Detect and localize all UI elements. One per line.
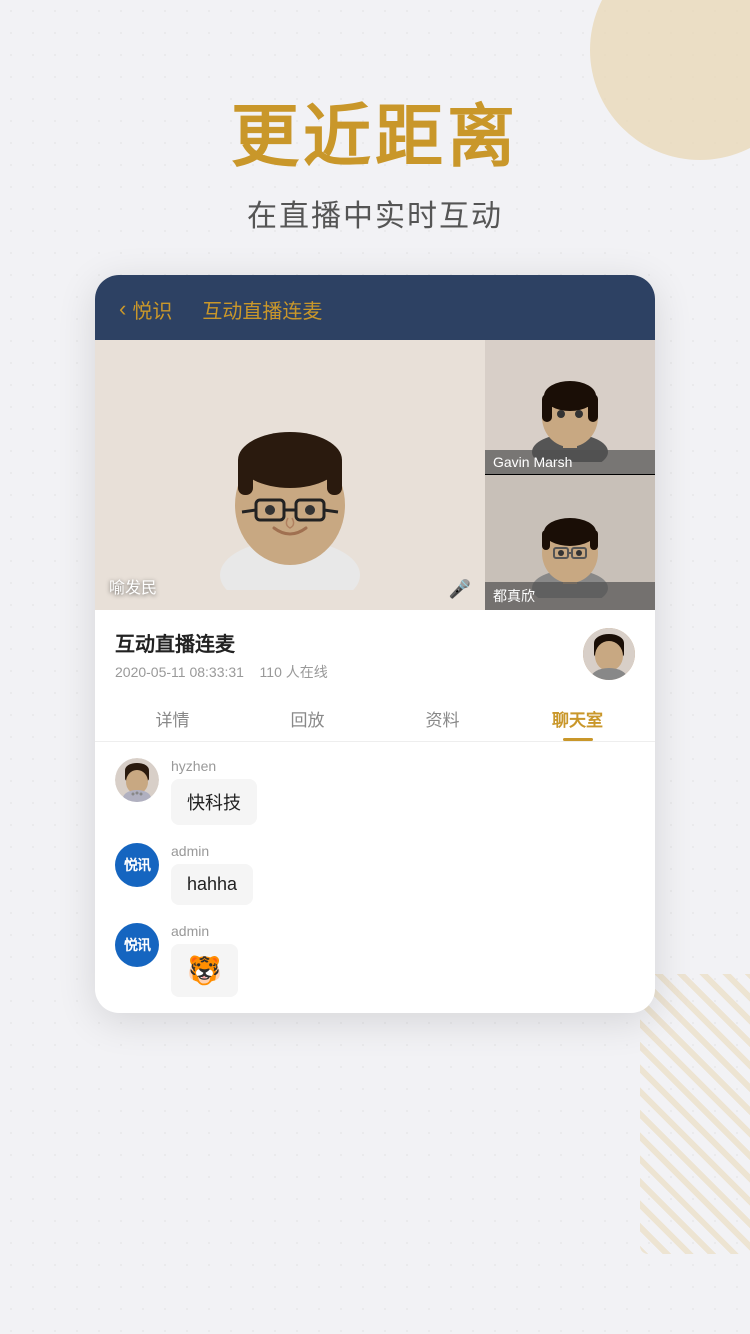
card-info-meta: 2020-05-11 08:33:31 110 人在线	[115, 662, 328, 682]
card-info-date: 2020-05-11 08:33:31	[115, 664, 244, 680]
card-title: 互动直播连麦	[202, 295, 322, 324]
microphone-icon: 🎤	[449, 579, 471, 599]
hero-section: 更近距离 在直播中实时互动	[0, 0, 750, 275]
side-top-name: Gavin Marsh	[493, 454, 572, 470]
tab-replay-label: 回放	[291, 711, 325, 730]
main-person-avatar	[190, 360, 390, 590]
chat-username-3: admin	[171, 923, 238, 939]
tab-replay[interactable]: 回放	[240, 692, 375, 741]
chat-user1-avatar-image	[115, 758, 159, 802]
chat-bubble-1: 快科技	[171, 779, 257, 825]
video-side-bottom: 都真欣	[485, 475, 655, 610]
chat-username-2: admin	[171, 843, 253, 859]
chat-avatar-2: 悦讯	[115, 843, 159, 887]
back-label: 悦识	[132, 295, 172, 324]
video-main: 喻发民 🎤	[95, 340, 485, 610]
chevron-left-icon: ‹	[119, 296, 126, 322]
card-info-left: 互动直播连麦 2020-05-11 08:33:31 110 人在线	[115, 628, 328, 682]
back-button[interactable]: ‹ 悦识	[119, 295, 172, 324]
chat-message-3: 悦讯 admin 🐯	[115, 923, 635, 997]
chat-content-3: admin 🐯	[171, 923, 238, 997]
chat-username-1: hyzhen	[171, 758, 257, 774]
phone-card: ‹ 悦识 互动直播连麦	[95, 275, 655, 1013]
card-info-title: 互动直播连麦	[115, 628, 328, 657]
tab-materials-label: 资料	[426, 711, 460, 730]
card-tabs: 详情 回放 资料 聊天室	[95, 692, 655, 742]
chat-message-2: 悦讯 admin hahha	[115, 843, 635, 905]
card-header: ‹ 悦识 互动直播连麦	[95, 275, 655, 340]
side-top-name-overlay: Gavin Marsh	[485, 450, 655, 474]
brand-logo-text-2: 悦讯	[124, 935, 150, 955]
brand-logo-text-1: 悦讯	[124, 855, 150, 875]
host-avatar	[583, 628, 635, 680]
chat-message-1: hyzhen 快科技	[115, 758, 635, 825]
chat-content-2: admin hahha	[171, 843, 253, 905]
hero-title: 更近距离	[0, 100, 750, 175]
chat-list: hyzhen 快科技 悦讯 admin hahha 悦讯 admin 🐯	[95, 742, 655, 1013]
tab-details[interactable]: 详情	[105, 692, 240, 741]
chat-avatar-1	[115, 758, 159, 802]
video-grid: 喻发民 🎤	[95, 340, 655, 610]
video-side-top: Gavin Marsh	[485, 340, 655, 476]
chat-avatar-3: 悦讯	[115, 923, 159, 967]
chat-content-1: hyzhen 快科技	[171, 758, 257, 825]
main-video-label: 喻发民	[109, 574, 157, 598]
mic-button[interactable]: 🎤	[449, 579, 471, 600]
host-avatar-image	[583, 628, 635, 680]
video-side-panel: Gavin Marsh	[485, 340, 655, 610]
tab-materials[interactable]: 资料	[375, 692, 510, 741]
chat-bubble-3: 🐯	[171, 944, 238, 997]
card-info: 互动直播连麦 2020-05-11 08:33:31 110 人在线	[95, 610, 655, 692]
main-video-face	[95, 340, 485, 610]
chat-emoji: 🐯	[187, 955, 222, 986]
tab-chat[interactable]: 聊天室	[510, 692, 645, 741]
card-info-online: 110 人在线	[260, 664, 328, 680]
tab-details-label: 详情	[156, 711, 190, 730]
hero-subtitle: 在直播中实时互动	[0, 191, 750, 235]
tab-chat-label: 聊天室	[552, 711, 603, 730]
bg-stripe-decoration	[640, 974, 750, 1254]
side-bottom-name-overlay: 都真欣	[485, 582, 655, 610]
chat-bubble-2: hahha	[171, 864, 253, 905]
side-bottom-name: 都真欣	[493, 588, 535, 604]
side-person1-avatar	[520, 352, 620, 462]
